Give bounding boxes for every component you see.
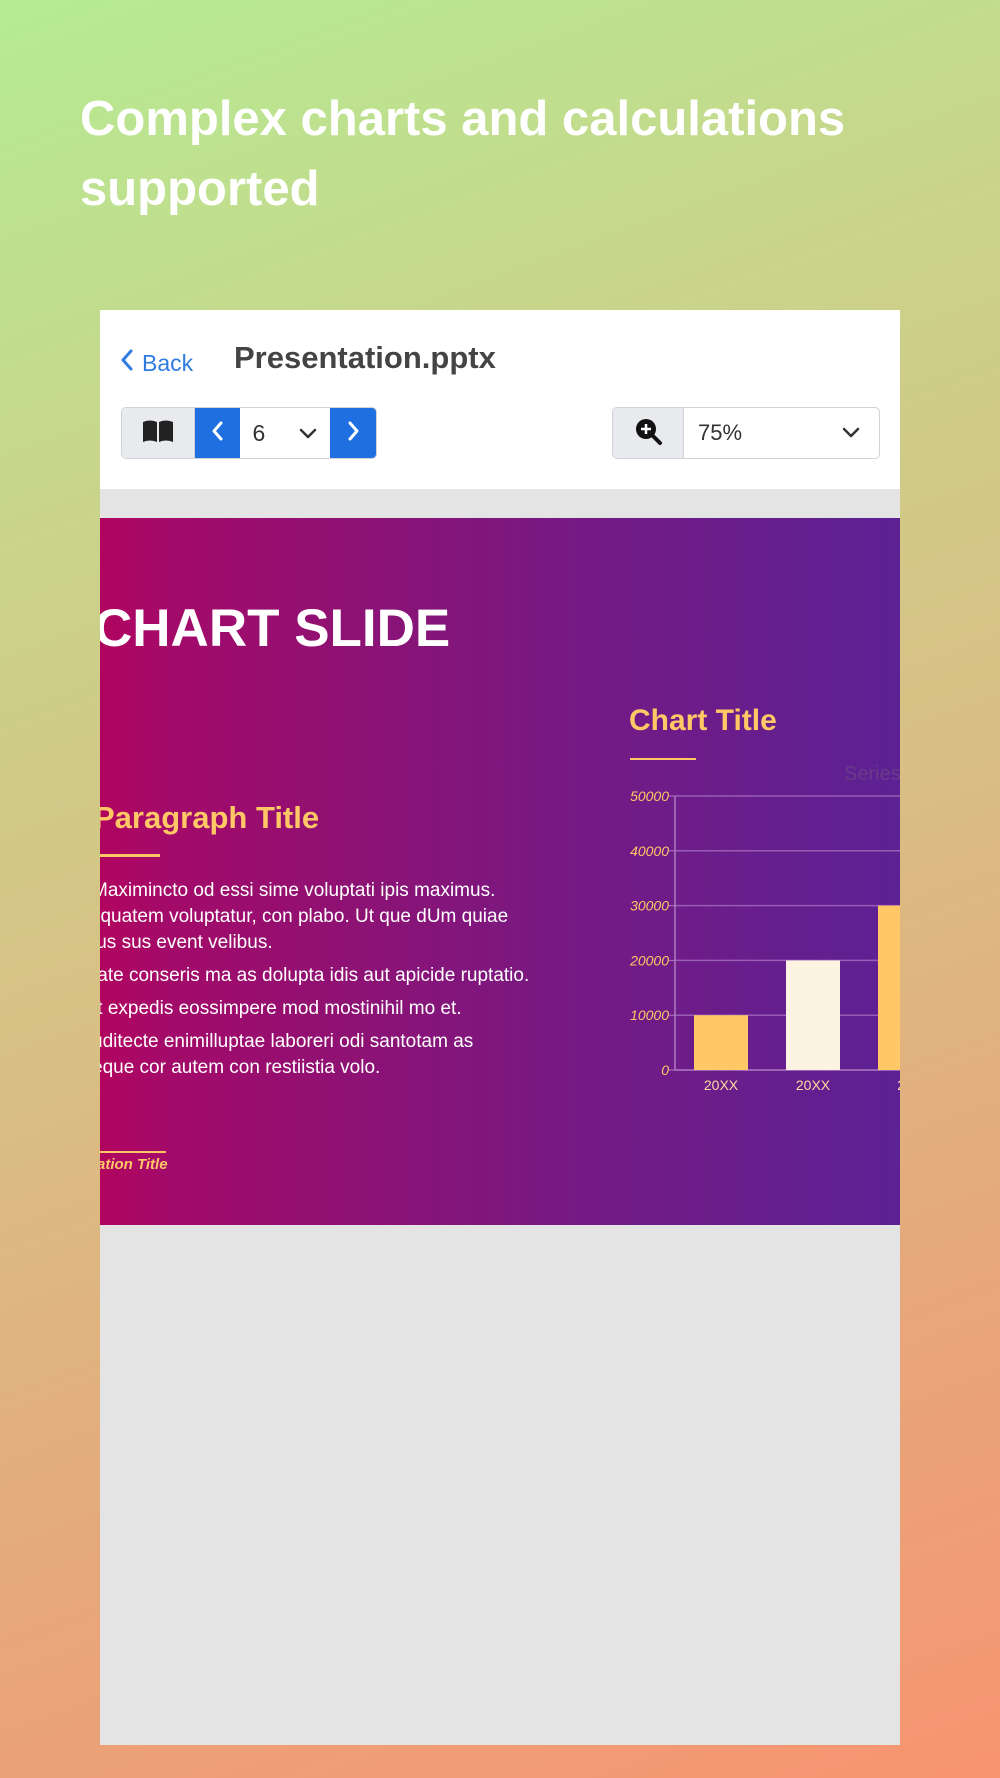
zoom-select[interactable]: 75% — [684, 408, 879, 458]
chevron-down-icon — [841, 420, 861, 446]
slide-canvas: CHART SLIDE Paragraph Title Maximincto o… — [100, 518, 900, 1225]
y-tick-label: 40000 — [630, 843, 669, 859]
zoom-control: 75% — [612, 407, 880, 459]
document-viewer: Back Presentation.pptx 6 75% CHART SLIDE… — [100, 310, 900, 1745]
viewer-toolbar: Back Presentation.pptx 6 75% — [100, 310, 900, 489]
x-tick-label: 20XX — [704, 1077, 739, 1093]
chevron-left-icon — [120, 348, 134, 378]
y-tick-label: 0 — [661, 1062, 669, 1078]
chart-bar — [694, 1015, 748, 1070]
chevron-down-icon — [298, 420, 318, 447]
chart-bar — [878, 905, 900, 1070]
y-tick-label: 50000 — [630, 788, 669, 804]
legend-label: Series — [844, 763, 900, 785]
x-tick-label: 20XX — [796, 1077, 831, 1093]
page-number: 6 — [252, 419, 266, 446]
x-tick-label: 20 — [897, 1077, 900, 1093]
y-tick-label: 20000 — [629, 952, 669, 968]
headline: Complex charts and calculations supporte… — [80, 92, 846, 216]
chart-bar — [786, 960, 840, 1070]
next-page-button[interactable] — [330, 408, 376, 458]
book-icon — [141, 418, 175, 449]
chevron-left-icon — [211, 420, 225, 447]
zoom-value: 75% — [698, 420, 743, 445]
reading-mode-button[interactable] — [122, 408, 195, 458]
back-button[interactable]: Back — [120, 348, 193, 378]
y-tick-label: 30000 — [630, 898, 669, 914]
document-title: Presentation.pptx — [234, 340, 496, 375]
page-select[interactable]: 6 — [240, 408, 330, 458]
previous-page-button[interactable] — [194, 408, 241, 458]
zoom-in-icon — [633, 416, 663, 451]
zoom-in-button[interactable] — [613, 408, 684, 458]
back-label: Back — [142, 349, 194, 376]
page-navigator: 6 — [121, 407, 377, 459]
chevron-right-icon — [346, 420, 360, 447]
bar-chart: 50000 40000 30000 20000 10000 0 20XX 20XX 20 Ser… — [629, 763, 900, 1093]
y-tick-label: 10000 — [630, 1007, 669, 1023]
